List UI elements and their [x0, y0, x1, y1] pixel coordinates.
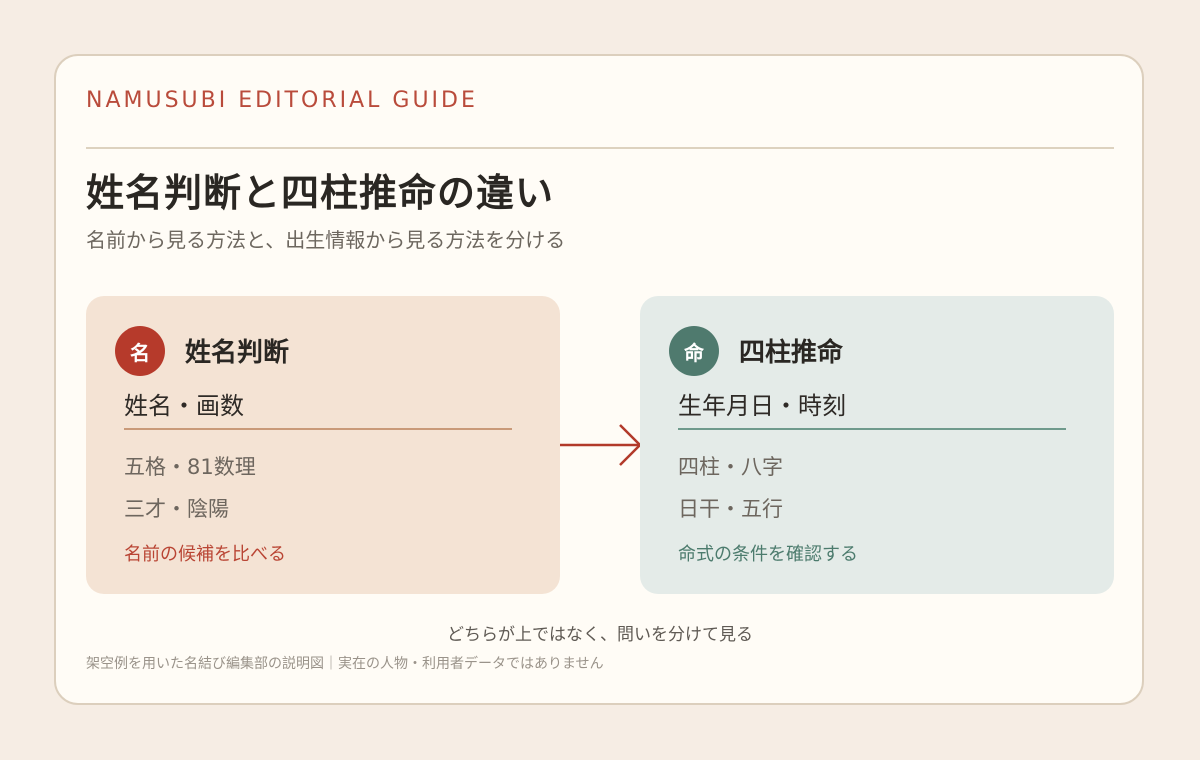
shichu-suimei-input: 生年月日・時刻: [678, 392, 846, 420]
destiny-badge-icon: 命: [669, 326, 719, 376]
shichu-suimei-divider: [678, 428, 1066, 430]
comparison-caption: どちらが上ではなく、問いを分けて見る: [447, 625, 753, 645]
shichu-suimei-panel: 命 四柱推命 生年月日・時刻 四柱・八字 日干・五行 命式の条件を確認する: [640, 296, 1114, 594]
seimei-handan-input: 姓名・画数: [124, 392, 244, 420]
seimei-handan-item: 五格・81数理: [124, 455, 256, 479]
shichu-suimei-item: 日干・五行: [678, 497, 783, 521]
disclaimer-footnote: 架空例を用いた名結び編集部の説明図｜実在の人物・利用者データではありません: [86, 656, 604, 672]
seimei-handan-divider: [124, 428, 512, 430]
shichu-suimei-note: 命式の条件を確認する: [678, 544, 858, 565]
name-badge-icon: 名: [115, 326, 165, 376]
shichu-suimei-title: 四柱推命: [739, 338, 844, 368]
arrow-right-icon: [560, 424, 642, 466]
seimei-handan-title: 姓名判断: [185, 338, 290, 368]
seimei-handan-panel: 名 姓名判断 姓名・画数 五格・81数理 三才・陰陽 名前の候補を比べる: [86, 296, 560, 594]
shichu-suimei-item: 四柱・八字: [678, 455, 783, 479]
seimei-handan-note: 名前の候補を比べる: [124, 544, 286, 565]
eyebrow-label: NAMUSUBI EDITORIAL GUIDE: [86, 88, 478, 113]
page-title: 姓名判断と四柱推命の違い: [86, 171, 555, 215]
seimei-handan-item: 三才・陰陽: [124, 497, 229, 521]
page-subtitle: 名前から見る方法と、出生情報から見る方法を分ける: [86, 228, 566, 252]
header-divider: [86, 147, 1114, 149]
